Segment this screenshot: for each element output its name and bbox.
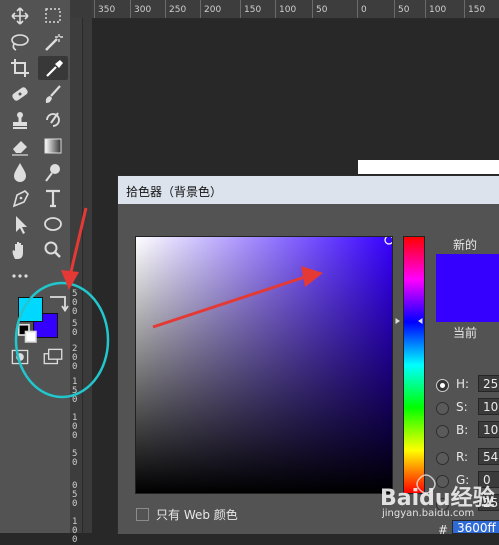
type-icon[interactable] xyxy=(38,186,68,210)
ruler-label: 50 xyxy=(316,5,328,15)
web-colors-checkbox[interactable] xyxy=(136,508,149,521)
foreground-color-swatch[interactable] xyxy=(18,297,43,322)
brush-icon[interactable] xyxy=(38,82,68,106)
ruler-digit: 0 xyxy=(72,395,78,405)
ruler-label: 100 xyxy=(429,5,447,15)
baidu-watermark: Baidu经验 jingyan.baidu.com xyxy=(380,470,499,530)
marquee-icon[interactable] xyxy=(38,4,68,28)
r-input[interactable]: 54 xyxy=(478,448,499,465)
magic-wand-icon[interactable] xyxy=(38,30,68,54)
hand-icon[interactable] xyxy=(5,238,35,262)
tools-panel xyxy=(0,0,70,533)
watermark-url: jingyan.baidu.com xyxy=(382,508,475,519)
current-color-swatch[interactable] xyxy=(436,292,499,322)
ruler-digit: 0 xyxy=(72,458,78,468)
vertical-ruler: 5 0 0 5 0 2 0 0 1 5 0 1 0 0 5 0 0 5 0 1 … xyxy=(70,18,83,545)
ruler-label: 100 xyxy=(279,5,297,15)
more-tools-icon[interactable] xyxy=(5,264,35,288)
gradient-icon[interactable] xyxy=(38,134,68,158)
blur-icon[interactable] xyxy=(5,160,35,184)
crop-icon[interactable] xyxy=(5,56,35,80)
new-color-label: 新的 xyxy=(453,238,478,252)
move-icon[interactable] xyxy=(5,4,35,28)
ruler-digit: 0 xyxy=(72,526,78,536)
dialog-title-bar[interactable]: 拾色器（背景色） xyxy=(118,176,499,204)
radio-h[interactable] xyxy=(436,379,449,392)
ruler-digit: 0 xyxy=(72,307,78,317)
ruler-digit: 0 xyxy=(72,362,78,372)
new-color-swatch xyxy=(436,254,499,292)
pen-icon[interactable] xyxy=(5,186,35,210)
radio-b[interactable] xyxy=(436,425,449,438)
horizontal-ruler: 350 300 250 200 150 100 50 0 50 100 150 xyxy=(92,0,499,19)
ruler-label: 250 xyxy=(169,5,187,15)
ruler-digit: 0 xyxy=(72,328,78,338)
ruler-label: 50 xyxy=(398,5,410,15)
ruler-digit: 0 xyxy=(72,431,78,441)
color-field-cursor xyxy=(384,237,392,245)
hue-slider[interactable] xyxy=(403,236,425,494)
eyedropper-icon[interactable] xyxy=(38,56,68,80)
path-selection-icon[interactable] xyxy=(5,212,35,236)
current-color-label: 当前 xyxy=(453,326,478,340)
document-edge xyxy=(358,160,499,174)
swap-colors-icon[interactable] xyxy=(44,291,69,313)
zoom-icon[interactable] xyxy=(38,238,68,262)
radio-r[interactable] xyxy=(436,452,449,465)
eraser-icon[interactable] xyxy=(5,134,35,158)
hue-slider-handle[interactable] xyxy=(394,309,434,324)
ruler-label: 350 xyxy=(98,5,116,15)
screen-mode-icon[interactable] xyxy=(38,345,64,367)
dialog-title: 拾色器（背景色） xyxy=(126,185,223,199)
ruler-label: 150 xyxy=(468,5,486,15)
ruler-label: 150 xyxy=(244,5,262,15)
ellipse-icon[interactable] xyxy=(38,212,68,236)
ruler-label: 0 xyxy=(361,5,367,15)
quick-mask-icon[interactable] xyxy=(5,345,31,367)
ruler-label: 200 xyxy=(204,5,222,15)
field-label-r: R: xyxy=(456,450,469,464)
dodge-icon[interactable] xyxy=(38,160,68,184)
clone-stamp-icon[interactable] xyxy=(5,108,35,132)
ruler-digit: 0 xyxy=(72,535,78,545)
default-colors-icon[interactable] xyxy=(14,323,37,343)
healing-brush-icon[interactable] xyxy=(5,82,35,106)
field-label-h: H: xyxy=(456,377,470,391)
ruler-label: 300 xyxy=(134,5,152,15)
history-brush-icon[interactable] xyxy=(38,108,68,132)
color-field[interactable] xyxy=(135,236,393,494)
field-label-b: B: xyxy=(456,423,469,437)
field-label-s: S: xyxy=(456,400,468,414)
lasso-icon[interactable] xyxy=(5,30,35,54)
ruler-digit: 0 xyxy=(72,499,78,509)
h-input[interactable]: 253 xyxy=(478,375,499,392)
b-input[interactable]: 100 xyxy=(478,421,499,438)
radio-s[interactable] xyxy=(436,402,449,415)
s-input[interactable]: 100 xyxy=(478,398,499,415)
web-colors-label: 只有 Web 颜色 xyxy=(156,508,238,522)
